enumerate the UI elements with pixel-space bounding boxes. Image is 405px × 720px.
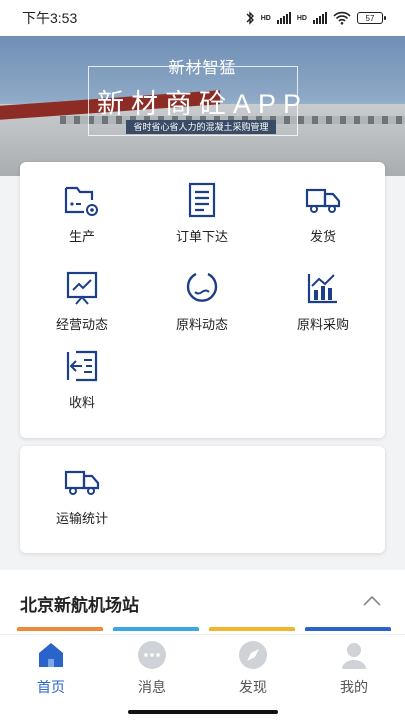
menu-label-purchase: 原料采购 bbox=[296, 317, 349, 332]
compass-icon bbox=[239, 641, 267, 669]
battery-icon: 57 bbox=[357, 12, 386, 24]
tab-label-mine: 我的 bbox=[340, 679, 368, 695]
site-tab-stripes bbox=[17, 627, 391, 631]
transport-truck-icon bbox=[64, 470, 100, 495]
menu-label-delivery: 发货 bbox=[309, 229, 336, 244]
home-indicator[interactable] bbox=[128, 710, 278, 714]
menu-label-order: 订单下达 bbox=[175, 229, 228, 244]
site-name: 北京新航机场站 bbox=[20, 596, 139, 615]
menu-label-receive: 收料 bbox=[68, 395, 95, 410]
chevron-up-icon[interactable] bbox=[362, 594, 382, 608]
stripe-yellow[interactable] bbox=[209, 627, 295, 631]
menu-item-transport[interactable]: 运输统计 bbox=[32, 462, 132, 527]
message-icon bbox=[138, 641, 166, 669]
production-folder-icon bbox=[64, 186, 98, 216]
order-list-icon bbox=[188, 182, 216, 218]
menu-item-receive[interactable]: 收料 bbox=[32, 346, 132, 411]
status-icons: HD HD 57 bbox=[245, 11, 386, 25]
material-drop-icon bbox=[186, 272, 218, 302]
menu-label-production: 生产 bbox=[68, 229, 95, 244]
section-divider bbox=[0, 562, 405, 570]
banner: 新材智猛 新材商砼APP 省时省心省人力的混凝土采购管理 bbox=[0, 36, 405, 176]
bottom-tab-bar: 首页 消息 发现 我的 bbox=[0, 634, 405, 720]
battery-level: 57 bbox=[365, 13, 375, 23]
tab-message[interactable]: 消息 bbox=[122, 639, 182, 697]
home-icon bbox=[39, 643, 63, 667]
tab-label-discover: 发现 bbox=[239, 679, 267, 695]
banner-title: 新材商砼APP bbox=[96, 89, 309, 119]
main-menu-card: 生产 订单下达 发货 经营动态 原料动态 原料采购 收料 bbox=[20, 162, 385, 438]
receive-icon bbox=[66, 350, 98, 382]
status-bar: 下午3:53 HD HD 57 bbox=[0, 0, 405, 36]
bluetooth-icon bbox=[246, 11, 254, 25]
user-icon bbox=[342, 643, 366, 669]
menu-label-material: 原料动态 bbox=[175, 317, 228, 332]
purchase-chart-icon bbox=[307, 274, 337, 304]
tab-discover[interactable]: 发现 bbox=[223, 639, 283, 697]
menu-item-order[interactable]: 订单下达 bbox=[152, 180, 252, 245]
site-section: 北京新航机场站 bbox=[0, 570, 405, 634]
hd-label-2: HD bbox=[296, 14, 307, 22]
menu-item-material[interactable]: 原料动态 bbox=[152, 268, 252, 333]
menu-item-business[interactable]: 经营动态 bbox=[32, 268, 132, 333]
menu-label-business: 经营动态 bbox=[55, 317, 108, 332]
menu-label-transport: 运输统计 bbox=[55, 511, 108, 526]
menu-item-production[interactable]: 生产 bbox=[32, 180, 132, 245]
tab-label-message: 消息 bbox=[138, 679, 166, 695]
tab-label-home: 首页 bbox=[37, 679, 65, 695]
signal-icon-2 bbox=[313, 12, 327, 24]
stripe-orange[interactable] bbox=[17, 627, 103, 631]
tab-home[interactable]: 首页 bbox=[21, 639, 81, 697]
status-time: 下午3:53 bbox=[22, 10, 78, 26]
menu-item-delivery[interactable]: 发货 bbox=[273, 180, 373, 245]
banner-tagline: 省时省心省人力的混凝土采购管理 bbox=[126, 120, 276, 134]
wifi-icon bbox=[333, 11, 351, 25]
tab-mine[interactable]: 我的 bbox=[324, 639, 384, 697]
banner-subtitle: 新材智猛 bbox=[168, 60, 237, 77]
hd-label-1: HD bbox=[260, 14, 271, 22]
stripe-navy[interactable] bbox=[305, 627, 391, 631]
menu-item-purchase[interactable]: 原料采购 bbox=[273, 268, 373, 333]
business-chart-icon bbox=[66, 271, 98, 305]
signal-icon-1 bbox=[276, 12, 291, 24]
stripe-blue[interactable] bbox=[113, 627, 199, 631]
secondary-menu-card: 运输统计 bbox=[20, 446, 385, 553]
delivery-truck-icon bbox=[305, 188, 341, 213]
